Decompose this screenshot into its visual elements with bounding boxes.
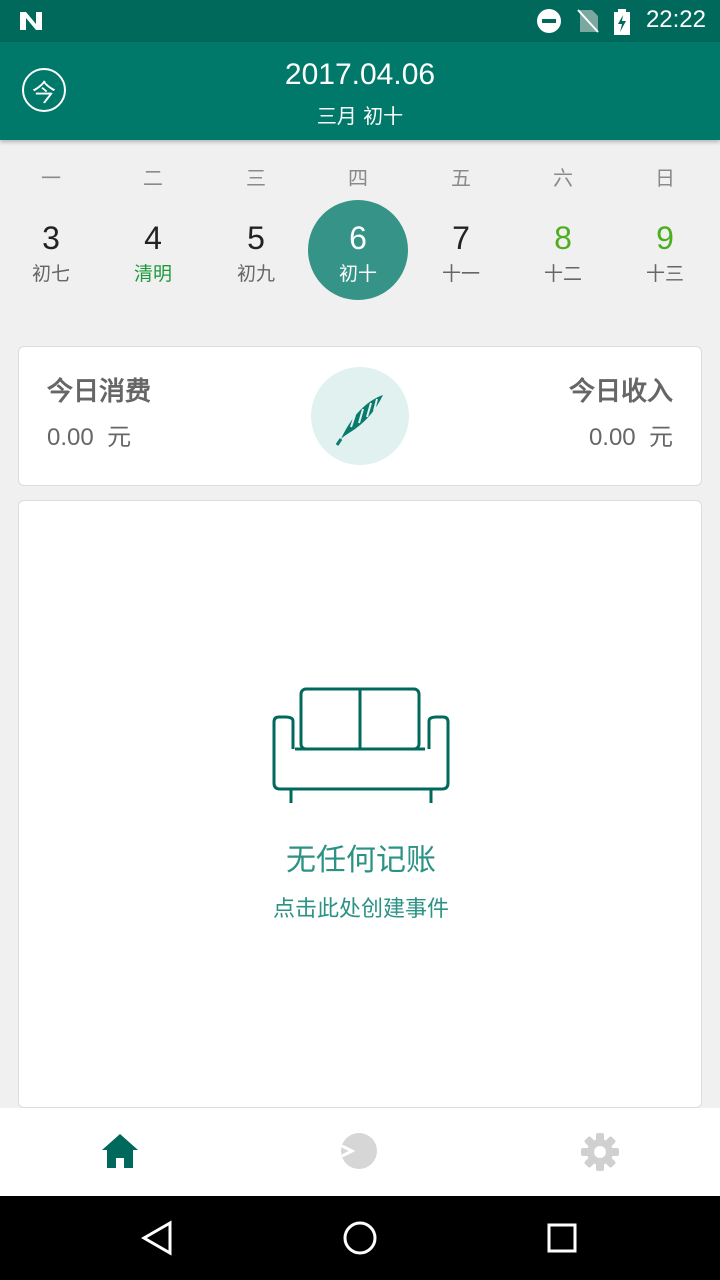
settings-icon[interactable] <box>580 1132 620 1172</box>
weekday-label: 六 <box>553 166 573 190</box>
system-navigation-bar <box>0 1196 720 1280</box>
records-list-empty[interactable]: 无任何记账 点击此处创建事件 <box>18 500 702 1108</box>
expense-amount: 0.00 元 <box>47 417 131 452</box>
day-cell[interactable]: 4 清明 <box>103 200 203 300</box>
day-lunar: 初七 <box>31 263 70 285</box>
day-lunar: 十三 <box>645 263 684 285</box>
day-lunar: 十二 <box>543 263 582 285</box>
income-amount: 0.00 元 <box>589 417 673 452</box>
day-cell[interactable]: 7 十一 <box>411 200 511 300</box>
create-event-link[interactable]: 点击此处创建事件 <box>19 891 703 923</box>
weekday-label: 二 <box>143 166 163 190</box>
back-icon[interactable] <box>140 1220 176 1256</box>
bottom-navigation <box>0 1108 720 1196</box>
day-lunar: 十一 <box>441 263 480 285</box>
battery-charging-icon <box>614 9 630 35</box>
recents-icon[interactable] <box>546 1222 578 1254</box>
n-logo-icon <box>20 12 42 30</box>
expense-label: 今日消费 <box>47 377 152 407</box>
day-lunar: 清明 <box>133 263 172 285</box>
weekday-label: 四 <box>348 166 368 190</box>
expense-value: 0.00 <box>47 424 94 451</box>
day-cell[interactable]: 3 初七 <box>1 200 101 300</box>
day-cell-selected[interactable]: 6 初十 <box>308 200 408 300</box>
app-bar: 今 2017.04.06 三月 初十 <box>0 42 720 140</box>
weekday-label: 五 <box>451 166 471 190</box>
day-cell[interactable]: 9 十三 <box>615 200 715 300</box>
daily-summary-card: 今日消费 0.00 元 今日收入 0.00 元 <box>18 346 702 486</box>
day-number: 5 <box>247 220 265 256</box>
add-record-button[interactable] <box>311 367 409 465</box>
day-cell[interactable]: 5 初九 <box>206 200 306 300</box>
current-date[interactable]: 2017.04.06 <box>0 58 720 92</box>
chart-icon[interactable] <box>340 1132 378 1170</box>
dnd-icon <box>537 9 561 33</box>
no-sim-icon <box>577 9 599 33</box>
feather-pen-icon <box>335 395 383 446</box>
day-number: 4 <box>144 220 162 256</box>
weekday-label: 三 <box>246 166 266 190</box>
weekday-label: 一 <box>41 166 61 190</box>
home-icon[interactable] <box>100 1132 140 1170</box>
expense-unit: 元 <box>107 424 132 451</box>
day-lunar: 初九 <box>236 263 275 285</box>
day-cell[interactable]: 8 十二 <box>513 200 613 300</box>
income-value: 0.00 <box>588 424 636 451</box>
home-button-icon[interactable] <box>342 1220 378 1256</box>
weekday-label: 日 <box>655 166 675 190</box>
day-number: 3 <box>42 220 60 256</box>
income-unit: 元 <box>649 424 673 451</box>
day-number: 8 <box>554 220 572 256</box>
status-bar: 22:22 <box>0 0 720 42</box>
clock: 22:22 <box>645 6 706 33</box>
empty-title: 无任何记账 <box>286 843 436 878</box>
day-lunar: 初十 <box>338 263 377 285</box>
income-label: 今日收入 <box>568 377 673 407</box>
day-number: 6 <box>349 220 367 256</box>
lunar-date: 三月 初十 <box>316 104 404 128</box>
day-number: 7 <box>452 220 470 256</box>
day-number: 9 <box>656 220 674 256</box>
sofa-icon <box>272 687 450 803</box>
